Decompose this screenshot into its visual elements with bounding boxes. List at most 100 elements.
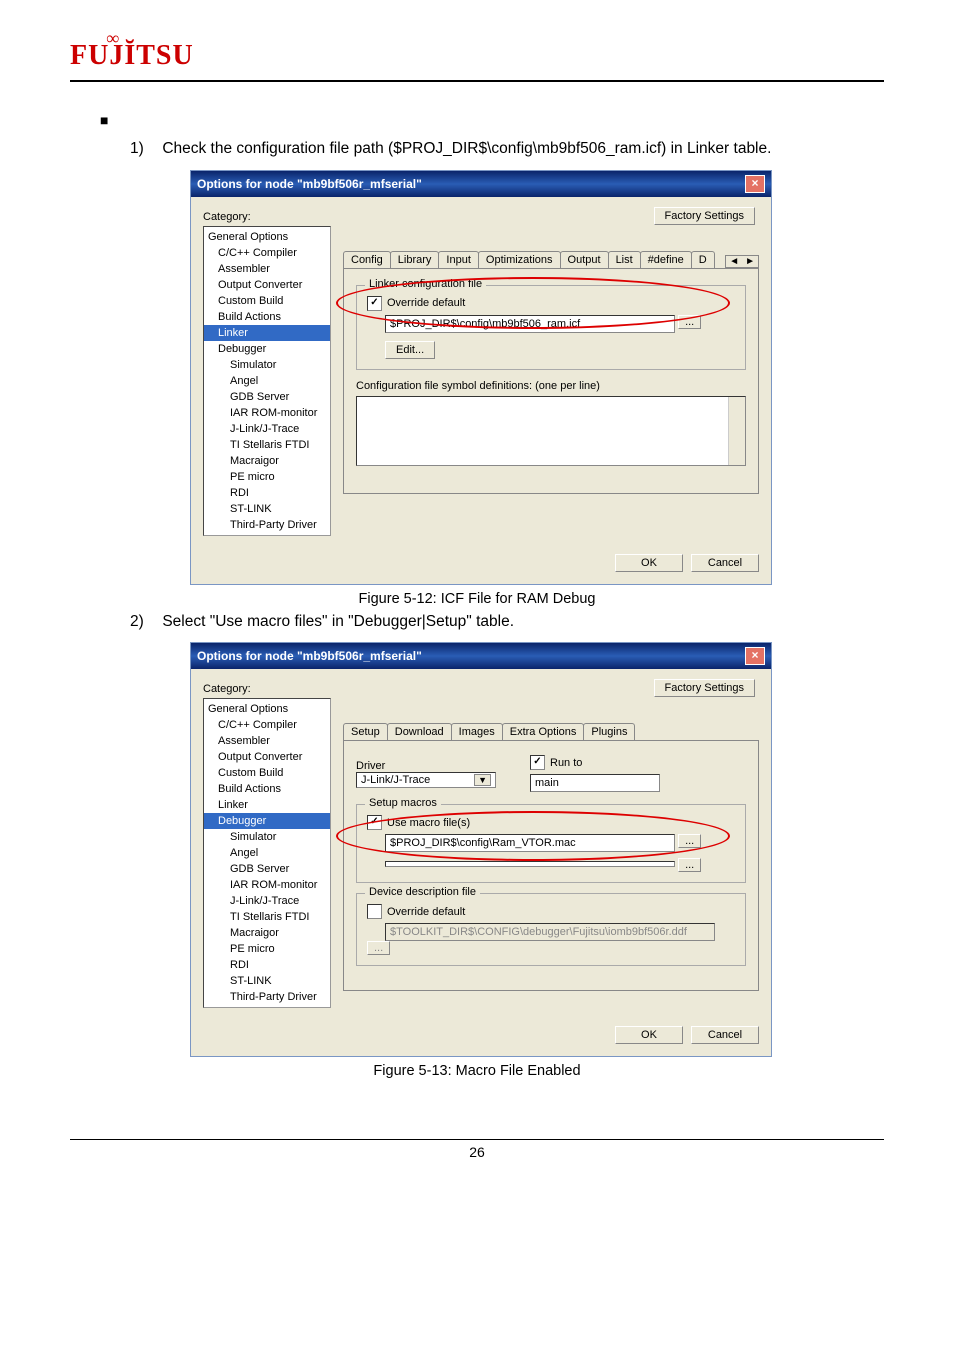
step-2: 2) Select "Use macro files" in "Debugger…: [130, 611, 884, 633]
dialog-title: Options for node "mb9bf506r_mfserial": [197, 177, 422, 191]
tab-output[interactable]: Output: [560, 251, 609, 268]
tree-item[interactable]: Simulator: [204, 357, 330, 373]
tree-item[interactable]: J-Link/J-Trace: [204, 421, 330, 437]
tree-item[interactable]: Assembler: [204, 733, 330, 749]
dialog-title: Options for node "mb9bf506r_mfserial": [197, 649, 422, 663]
tab-optimizations[interactable]: Optimizations: [478, 251, 561, 268]
edit-button[interactable]: Edit...: [385, 341, 435, 359]
tree-item[interactable]: Simulator: [204, 829, 330, 845]
browse-button-disabled: ...: [367, 941, 390, 955]
tab-extra-options[interactable]: Extra Options: [502, 723, 585, 740]
tree-item[interactable]: C/C++ Compiler: [204, 245, 330, 261]
tree-item[interactable]: RDI: [204, 485, 330, 501]
tree-item-selected[interactable]: Linker: [204, 325, 330, 341]
tab-config[interactable]: Config: [343, 251, 391, 269]
page-footer: 26: [70, 1139, 884, 1160]
tab-library[interactable]: Library: [390, 251, 440, 268]
symbol-defs-textarea[interactable]: [356, 396, 746, 466]
tabs-debugger: Setup Download Images Extra Options Plug…: [343, 723, 759, 741]
tree-item[interactable]: IAR ROM-monitor: [204, 405, 330, 421]
tree-item[interactable]: TI Stellaris FTDI: [204, 437, 330, 453]
tree-item[interactable]: Custom Build: [204, 765, 330, 781]
tree-item[interactable]: Debugger: [204, 341, 330, 357]
tree-item[interactable]: Angel: [204, 845, 330, 861]
category-label: Category:: [203, 683, 331, 695]
tree-item[interactable]: Third-Party Driver: [204, 517, 330, 533]
override-default-label: Override default: [387, 906, 465, 918]
chevron-down-icon: ▼: [474, 774, 491, 786]
step-2-num: 2): [130, 611, 158, 633]
fujitsu-logo: FUJ∞ĬTSU: [70, 40, 884, 72]
tab-list[interactable]: List: [608, 251, 641, 268]
checkbox-unchecked-icon: [367, 904, 382, 919]
tree-item[interactable]: Angel: [204, 373, 330, 389]
ok-button[interactable]: OK: [615, 1026, 683, 1044]
tree-item[interactable]: RDI: [204, 957, 330, 973]
driver-label: Driver: [356, 760, 506, 772]
figure-5-13-caption: Figure 5-13: Macro File Enabled: [70, 1063, 884, 1079]
tree-item[interactable]: GDB Server: [204, 389, 330, 405]
ddf-path-input: $TOOLKIT_DIR$\CONFIG\debugger\Fujitsu\io…: [385, 923, 715, 941]
tree-item[interactable]: Output Converter: [204, 749, 330, 765]
tree-item[interactable]: Custom Build: [204, 293, 330, 309]
annotation-oval: [336, 277, 730, 329]
macro-path-input-2[interactable]: [385, 861, 675, 867]
tab-scroll-arrows[interactable]: ◄►: [725, 255, 759, 268]
tab-download[interactable]: Download: [387, 723, 452, 740]
tab-images[interactable]: Images: [451, 723, 503, 740]
step-1: 1) Check the configuration file path ($P…: [130, 138, 884, 160]
step-1-text: Check the configuration file path ($PROJ…: [162, 140, 771, 157]
close-icon[interactable]: ×: [745, 175, 765, 193]
dialog-titlebar: Options for node "mb9bf506r_mfserial" ×: [191, 171, 771, 197]
tree-item[interactable]: PE micro: [204, 469, 330, 485]
driver-value: J-Link/J-Trace: [361, 774, 430, 786]
tree-item[interactable]: Macraigor: [204, 453, 330, 469]
tree-item[interactable]: ST-LINK: [204, 501, 330, 517]
scrollbar[interactable]: [728, 397, 745, 465]
category-tree[interactable]: General Options C/C++ Compiler Assembler…: [203, 698, 331, 1008]
tab-input[interactable]: Input: [438, 251, 478, 268]
tree-item[interactable]: Build Actions: [204, 309, 330, 325]
override-default-checkbox[interactable]: Override default: [367, 904, 735, 919]
browse-button[interactable]: ...: [678, 858, 701, 872]
tab-setup[interactable]: Setup: [343, 723, 388, 741]
symbol-defs-label: Configuration file symbol definitions: (…: [356, 380, 746, 392]
tree-item[interactable]: General Options: [204, 701, 330, 717]
tree-item[interactable]: J-Link/J-Trace: [204, 893, 330, 909]
tab-plugins[interactable]: Plugins: [583, 723, 635, 740]
tree-item[interactable]: GDB Server: [204, 861, 330, 877]
tree-item[interactable]: C/C++ Compiler: [204, 717, 330, 733]
step-2-text: Select "Use macro files" in "Debugger|Se…: [162, 613, 514, 630]
tree-item[interactable]: PE micro: [204, 941, 330, 957]
device-desc-group-title: Device description file: [365, 886, 480, 898]
tab-d[interactable]: D: [691, 251, 715, 268]
tab-define[interactable]: #define: [640, 251, 692, 268]
options-dialog-debugger: Options for node "mb9bf506r_mfserial" × …: [190, 642, 772, 1057]
tree-item[interactable]: IAR ROM-monitor: [204, 877, 330, 893]
tree-item[interactable]: Build Actions: [204, 781, 330, 797]
run-to-checkbox[interactable]: ✓ Run to: [530, 755, 660, 770]
options-dialog-linker: Options for node "mb9bf506r_mfserial" × …: [190, 170, 772, 585]
factory-settings-button[interactable]: Factory Settings: [654, 207, 755, 225]
tree-item[interactable]: Linker: [204, 797, 330, 813]
tree-item[interactable]: Output Converter: [204, 277, 330, 293]
tabs-linker: Config Library Input Optimizations Outpu…: [343, 251, 759, 269]
tree-item[interactable]: TI Stellaris FTDI: [204, 909, 330, 925]
tree-item[interactable]: General Options: [204, 229, 330, 245]
tree-item[interactable]: Third-Party Driver: [204, 989, 330, 1005]
driver-select[interactable]: J-Link/J-Trace ▼: [356, 772, 496, 788]
setup-macros-group-title: Setup macros: [365, 797, 441, 809]
tree-item[interactable]: Macraigor: [204, 925, 330, 941]
ok-button[interactable]: OK: [615, 554, 683, 572]
tree-item[interactable]: Assembler: [204, 261, 330, 277]
factory-settings-button[interactable]: Factory Settings: [654, 679, 755, 697]
dialog-titlebar: Options for node "mb9bf506r_mfserial" ×: [191, 643, 771, 669]
tree-item-selected[interactable]: Debugger: [204, 813, 330, 829]
close-icon[interactable]: ×: [745, 647, 765, 665]
tree-item[interactable]: ST-LINK: [204, 973, 330, 989]
run-to-input[interactable]: main: [530, 774, 660, 792]
category-tree[interactable]: General Options C/C++ Compiler Assembler…: [203, 226, 331, 536]
checkbox-checked-icon: ✓: [530, 755, 545, 770]
cancel-button[interactable]: Cancel: [691, 1026, 759, 1044]
cancel-button[interactable]: Cancel: [691, 554, 759, 572]
